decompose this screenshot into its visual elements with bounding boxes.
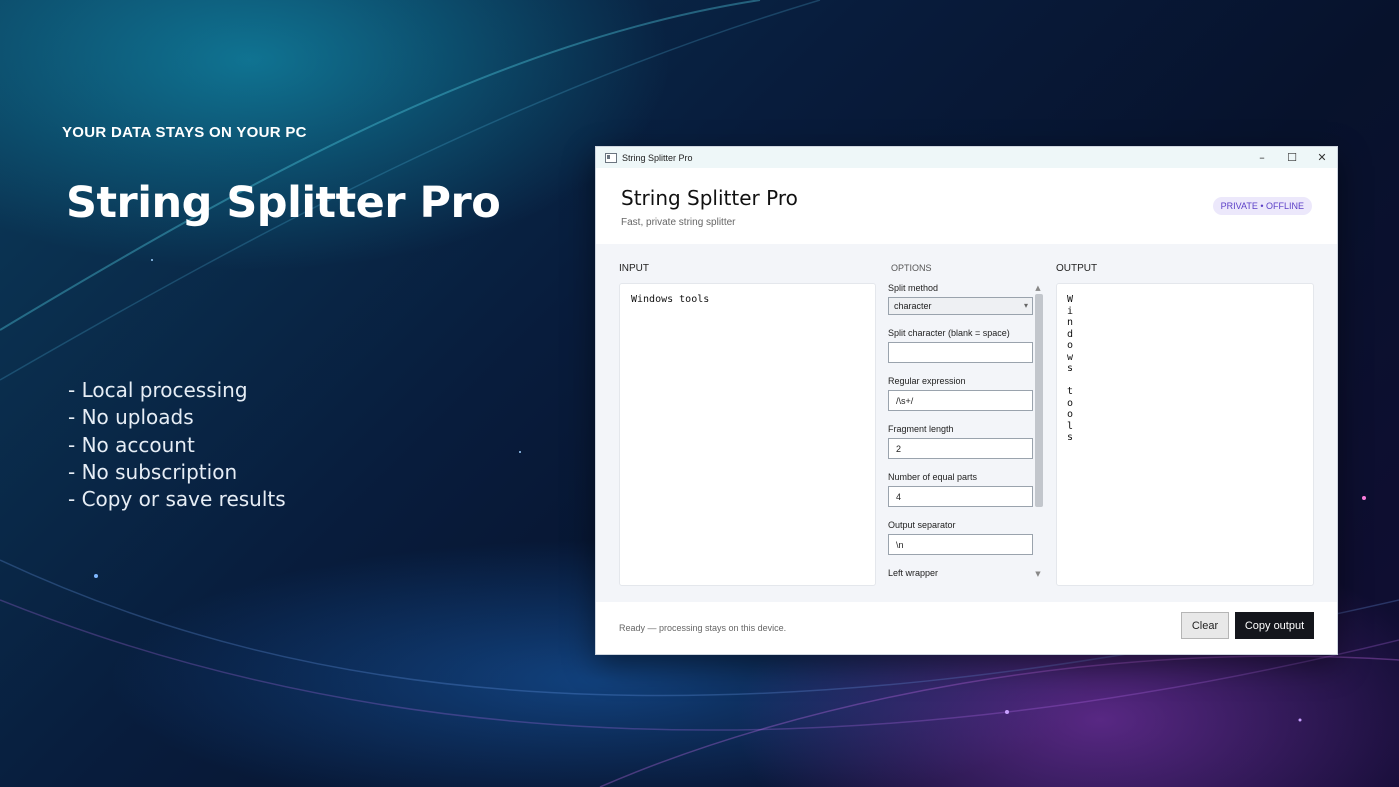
window-title: String Splitter Pro [622, 152, 693, 163]
output-line: W [1067, 294, 1074, 305]
page-title: String Splitter Pro [621, 186, 798, 210]
feature-item: - No uploads [68, 405, 194, 430]
output-line: s [1067, 363, 1074, 374]
feature-item: - Copy or save results [68, 487, 286, 512]
hero-title: String Splitter Pro [66, 178, 501, 228]
output-textarea[interactable]: W i n d o w s t o o l s [1056, 283, 1314, 586]
equal-parts-label: Number of equal parts [888, 472, 978, 482]
feature-item: - Local processing [68, 378, 248, 402]
output-line: t [1067, 386, 1074, 397]
maximize-icon[interactable]: ☐ [1277, 147, 1307, 168]
feature-item: - No subscription [68, 459, 238, 484]
split-character-input[interactable] [888, 342, 1033, 363]
feature-item: - No account [68, 432, 195, 457]
split-method-value: character [894, 301, 932, 311]
app-window-icon [605, 152, 617, 163]
input-label: INPUT [619, 263, 649, 274]
regex-input[interactable]: /\s+/ [888, 390, 1033, 411]
app-header: String Splitter Pro Fast, private string… [596, 168, 1337, 244]
feature-list: - Local processing - No uploads - No acc… [68, 377, 286, 513]
main-panel: INPUT OPTIONS OUTPUT Windows tools Split… [596, 244, 1337, 602]
scroll-up-icon[interactable]: ▲ [1033, 283, 1043, 293]
copy-output-button[interactable]: Copy output [1235, 612, 1314, 639]
status-badge: PRIVATE • OFFLINE [1212, 197, 1312, 215]
fragment-length-input[interactable]: 2 [888, 438, 1033, 459]
split-character-label: Split character (blank = space) [888, 328, 1010, 338]
regex-label: Regular expression [888, 376, 966, 386]
output-line: i [1067, 305, 1074, 317]
app-footer: Ready — processing stays on this device.… [596, 602, 1337, 654]
output-separator-label: Output separator [888, 520, 956, 530]
split-method-label: Split method [888, 283, 939, 293]
window-controls: – ☐ ✕ [1247, 147, 1337, 168]
fragment-length-label: Fragment length [888, 424, 954, 434]
output-line: o [1067, 340, 1074, 351]
split-method-select[interactable]: character ▾ [888, 297, 1033, 315]
options-label: OPTIONS [891, 263, 932, 273]
output-separator-input[interactable]: \n [888, 534, 1033, 555]
equal-parts-input[interactable]: 4 [888, 486, 1033, 507]
output-line: l [1067, 420, 1074, 432]
output-line: o [1067, 397, 1074, 409]
output-label: OUTPUT [1056, 263, 1098, 274]
app-window: String Splitter Pro – ☐ ✕ String Splitte… [595, 146, 1338, 655]
output-line: n [1067, 317, 1074, 328]
close-icon[interactable]: ✕ [1307, 147, 1337, 168]
output-line: w [1067, 351, 1074, 363]
left-wrapper-label: Left wrapper [888, 568, 939, 578]
chevron-down-icon: ▾ [1023, 301, 1028, 310]
output-line: o [1067, 409, 1074, 420]
minimize-icon[interactable]: – [1247, 147, 1277, 168]
output-line: s [1067, 432, 1074, 443]
page-subtitle: Fast, private string splitter [621, 217, 736, 228]
options-panel: Split method character ▾ Split character… [888, 283, 1033, 579]
clear-button[interactable]: Clear [1181, 612, 1229, 639]
options-scrollbar[interactable]: ▲ ▼ [1033, 283, 1043, 579]
scrollbar-thumb[interactable] [1035, 294, 1043, 507]
window-titlebar[interactable]: String Splitter Pro – ☐ ✕ [596, 147, 1337, 168]
hero-eyebrow: YOUR DATA STAYS ON YOUR PC [62, 124, 307, 141]
status-text: Ready — processing stays on this device. [619, 623, 787, 633]
scroll-down-icon[interactable]: ▼ [1033, 569, 1043, 579]
output-line: d [1067, 328, 1074, 340]
input-textarea[interactable]: Windows tools [619, 283, 876, 586]
